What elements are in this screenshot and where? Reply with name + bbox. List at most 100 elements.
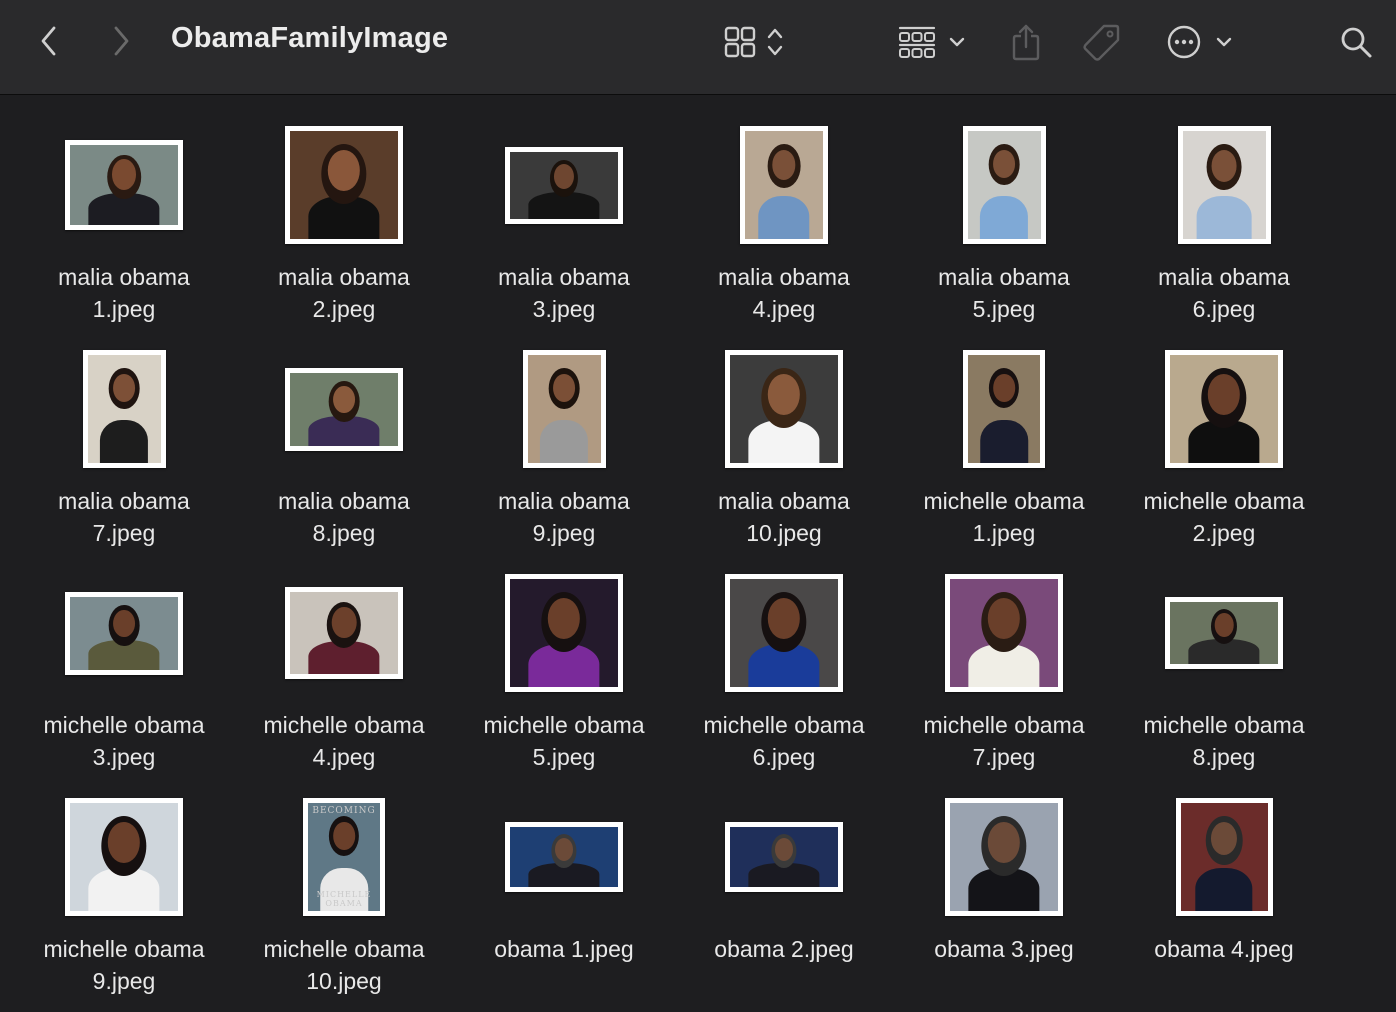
photo-preview [730,355,838,463]
body-shape [99,419,149,463]
thumbnail-area [14,347,234,471]
file-item[interactable]: obama 4.jpeg [1114,767,1334,991]
file-item[interactable]: michelle obama 3.jpeg [14,543,234,770]
file-item[interactable]: malia obama 3.jpeg [454,95,674,322]
file-name-line: obama 2.jpeg [714,936,854,962]
file-name-label: malia obama 4.jpeg [674,261,894,325]
body-shape [1196,195,1252,239]
file-thumbnail[interactable] [285,367,403,451]
file-name-line: michelle obama [263,712,425,738]
photo-preview [1170,355,1278,463]
file-name-line: michelle obama [703,712,865,738]
file-item[interactable]: malia obama 4.jpeg [674,95,894,322]
view-mode-button[interactable] [718,22,790,62]
file-item[interactable]: michelle obama 8.jpeg [1114,543,1334,770]
file-item[interactable]: obama 1.jpeg [454,767,674,991]
thumbnail-area [1114,795,1334,919]
photo-preview: BECOMING MICHELLE OBAMA [308,803,380,911]
search-button[interactable] [1336,22,1376,62]
file-thumbnail[interactable] [725,822,843,892]
file-name-label: malia obama 7.jpeg [14,485,234,549]
face-shape [333,822,355,850]
file-item[interactable]: obama 2.jpeg [674,767,894,991]
file-name-line: malia obama [718,264,850,290]
file-item[interactable]: malia obama 8.jpeg [234,319,454,546]
file-thumbnail[interactable] [505,574,623,692]
chevron-down-icon [1216,37,1232,47]
share-button[interactable] [1006,22,1046,62]
file-name-line: michelle obama [1143,488,1305,514]
file-thumbnail[interactable] [1165,350,1283,468]
file-name-label: obama 1.jpeg [454,933,674,965]
file-item[interactable]: malia obama 6.jpeg [1114,95,1334,322]
photo-preview [1182,131,1266,239]
file-thumbnail[interactable] [522,350,606,468]
file-thumbnail[interactable] [725,350,843,468]
photo-preview [290,131,398,239]
file-name-label: michelle obama 9.jpeg [14,933,234,997]
group-button[interactable] [894,22,970,62]
file-item[interactable]: malia obama 1.jpeg [14,95,234,322]
file-item[interactable]: BECOMING MICHELLE OBAMA michelle obama 10.j… [234,767,454,994]
file-thumbnail[interactable] [285,126,403,244]
file-item[interactable]: malia obama 5.jpeg [894,95,1114,322]
file-thumbnail[interactable] [963,350,1045,468]
file-item[interactable]: michelle obama 6.jpeg [674,543,894,770]
file-item[interactable]: malia obama 2.jpeg [234,95,454,322]
share-icon [1012,24,1040,61]
file-thumbnail[interactable] [725,574,843,692]
file-item[interactable]: malia obama 7.jpeg [14,319,234,546]
file-item[interactable]: michelle obama 1.jpeg [894,319,1114,546]
thumbnail-area [894,123,1114,247]
forward-button[interactable] [106,26,136,56]
file-item[interactable]: michelle obama 2.jpeg [1114,319,1334,546]
file-item[interactable]: obama 3.jpeg [894,767,1114,991]
file-item[interactable]: michelle obama 5.jpeg [454,543,674,770]
thumbnail-area [234,347,454,471]
file-thumbnail[interactable] [945,798,1063,916]
file-thumbnail[interactable] [945,574,1063,692]
body-shape [539,419,589,463]
body-shape [979,195,1029,239]
file-name-line: michelle obama [43,712,205,738]
file-thumbnail[interactable] [65,140,183,230]
file-thumbnail[interactable] [82,350,166,468]
file-item[interactable]: malia obama 9.jpeg [454,319,674,546]
search-icon [1341,27,1372,58]
file-thumbnail[interactable] [1175,798,1273,916]
file-item[interactable]: michelle obama 4.jpeg [234,543,454,770]
file-name-label: michelle obama 2.jpeg [1114,485,1334,549]
file-thumbnail[interactable] [505,146,623,224]
photo-preview [70,145,178,225]
file-name-line: 9.jpeg [92,968,156,994]
back-button[interactable] [34,26,64,56]
file-item[interactable]: michelle obama 7.jpeg [894,543,1114,770]
face-shape [772,150,796,181]
file-thumbnail[interactable] [285,587,403,679]
file-thumbnail[interactable] [65,591,183,675]
file-name-line: obama 3.jpeg [934,936,1074,962]
photo-preview [730,579,838,687]
photo-preview [510,827,618,887]
more-actions-button[interactable] [1164,22,1236,62]
file-thumbnail[interactable] [962,126,1046,244]
face-shape [1214,613,1234,637]
file-item[interactable]: michelle obama 9.jpeg [14,767,234,994]
file-thumbnail[interactable] [505,822,623,892]
file-thumbnail[interactable] [1177,126,1271,244]
face-shape [113,374,135,403]
file-thumbnail[interactable] [65,798,183,916]
file-thumbnail[interactable] [1165,597,1283,669]
file-thumbnail[interactable] [740,126,828,244]
file-name-line: michelle obama [1143,712,1305,738]
file-name-label: michelle obama 7.jpeg [894,709,1114,773]
file-name-label: michelle obama 10.jpeg [234,933,454,997]
file-thumbnail[interactable]: BECOMING MICHELLE OBAMA [303,798,385,916]
file-name-line: 10.jpeg [306,968,382,994]
file-name-line: malia obama [58,488,190,514]
file-name-label: michelle obama 6.jpeg [674,709,894,773]
tag-button[interactable] [1080,22,1124,62]
file-name-line: malia obama [498,264,630,290]
tag-icon [1083,24,1120,61]
file-item[interactable]: malia obama 10.jpeg [674,319,894,546]
